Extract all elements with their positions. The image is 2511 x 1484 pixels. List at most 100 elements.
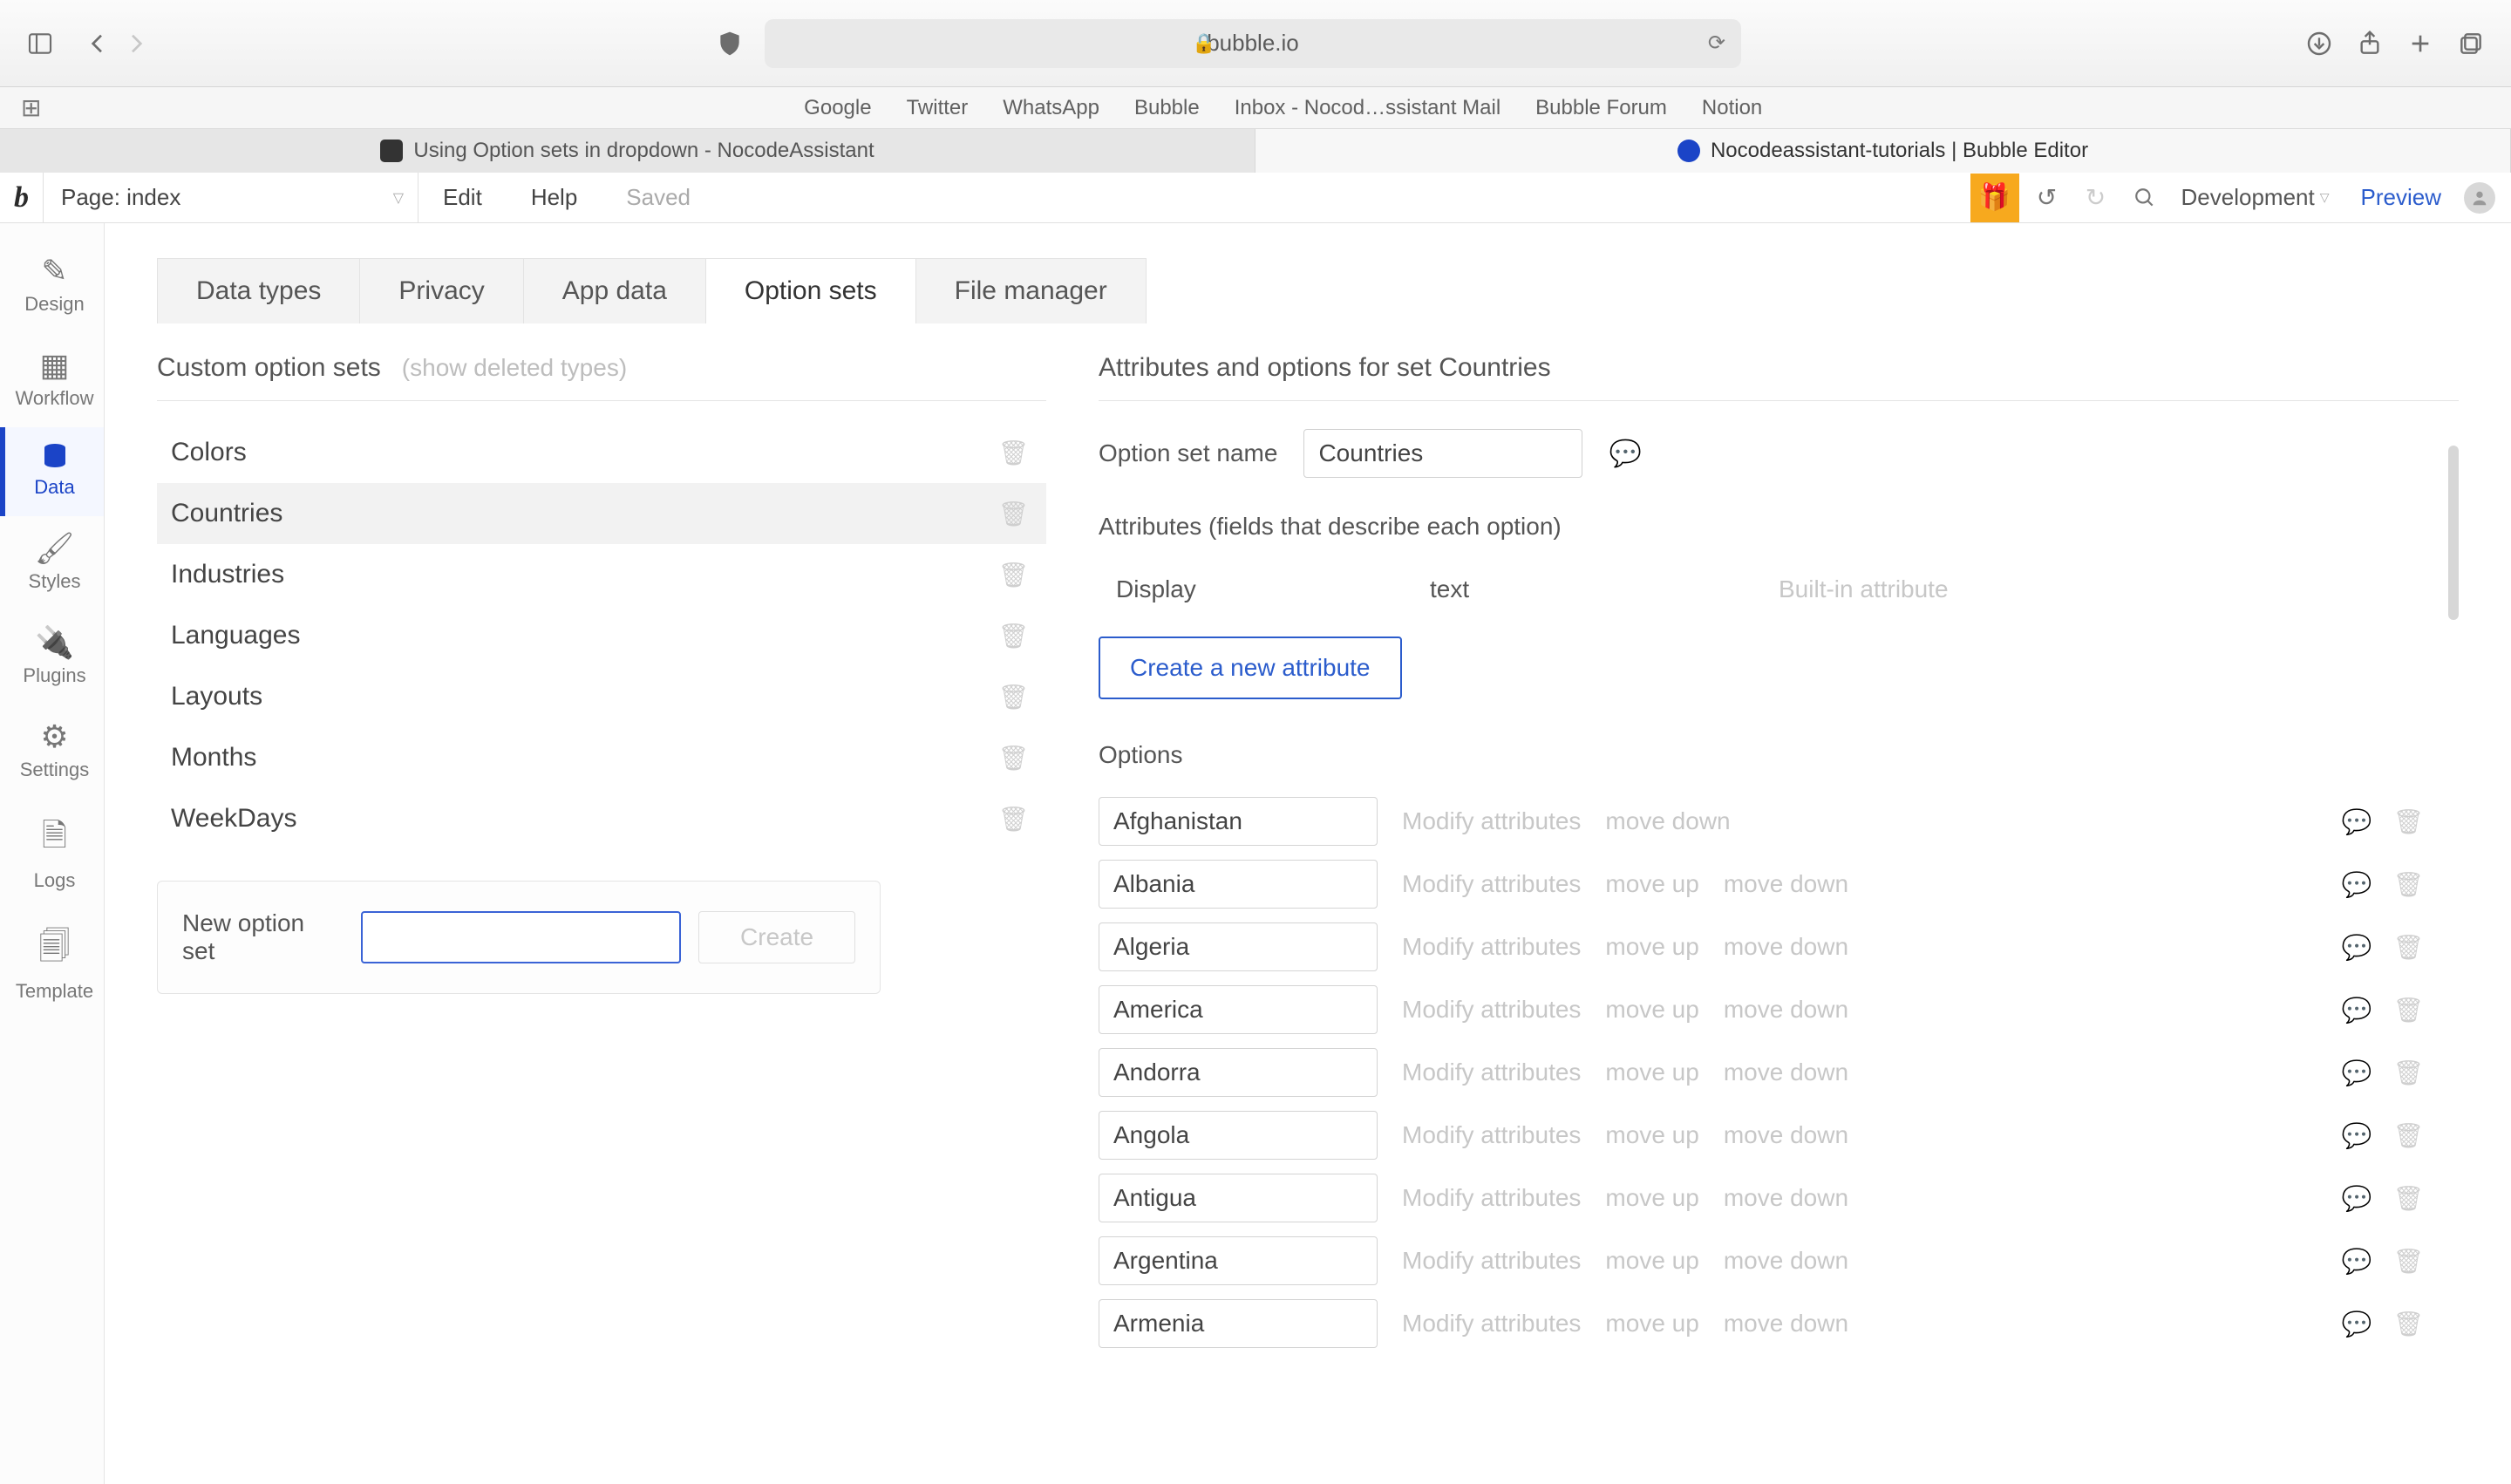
tab-data-types[interactable]: Data types bbox=[157, 258, 360, 323]
comment-icon[interactable]: 💬 bbox=[2342, 1310, 2372, 1338]
trash-icon[interactable]: 🗑 bbox=[2392, 933, 2424, 962]
trash-icon[interactable]: 🗑 bbox=[997, 683, 1029, 711]
browser-tab-background[interactable]: Using Option sets in dropdown - NocodeAs… bbox=[0, 129, 1256, 173]
modify-attributes-link[interactable]: Modify attributes bbox=[1402, 1247, 1581, 1275]
create-button[interactable]: Create bbox=[698, 911, 855, 963]
bubble-logo-icon[interactable]: b bbox=[0, 173, 44, 223]
trash-icon[interactable]: 🗑 bbox=[2392, 1059, 2424, 1087]
user-avatar[interactable] bbox=[2464, 182, 2495, 214]
new-option-set-input[interactable] bbox=[361, 911, 681, 963]
move-down-link[interactable]: move down bbox=[1724, 933, 1848, 961]
comment-icon[interactable]: 💬 bbox=[2342, 1059, 2372, 1087]
move-up-link[interactable]: move up bbox=[1605, 933, 1698, 961]
sidebar-item-styles[interactable]: 🖌Styles bbox=[0, 516, 104, 610]
back-icon[interactable] bbox=[82, 28, 113, 59]
modify-attributes-link[interactable]: Modify attributes bbox=[1402, 1310, 1581, 1338]
option-set-row[interactable]: Colors🗑 bbox=[157, 422, 1046, 483]
page-selector[interactable]: Page: index ▽ bbox=[44, 173, 418, 223]
trash-icon[interactable]: 🗑 bbox=[2392, 1310, 2424, 1338]
comment-icon[interactable]: 💬 bbox=[2342, 933, 2372, 962]
trash-icon[interactable]: 🗑 bbox=[997, 439, 1029, 467]
browser-tab-foreground[interactable]: Nocodeassistant-tutorials | Bubble Edito… bbox=[1256, 129, 2511, 173]
sidebar-item-logs[interactable]: 🗎Logs bbox=[0, 799, 104, 909]
option-name-input[interactable] bbox=[1099, 1299, 1378, 1348]
option-name-input[interactable] bbox=[1099, 1048, 1378, 1097]
sidebar-item-settings[interactable]: ⚙Settings bbox=[0, 705, 104, 799]
move-down-link[interactable]: move down bbox=[1724, 1310, 1848, 1338]
option-name-input[interactable] bbox=[1099, 797, 1378, 846]
undo-icon[interactable]: ↺ bbox=[2026, 177, 2068, 219]
tab-app-data[interactable]: App data bbox=[524, 258, 706, 323]
option-set-row[interactable]: WeekDays🗑 bbox=[157, 788, 1046, 849]
shield-icon[interactable] bbox=[714, 28, 745, 59]
bookmark-link[interactable]: Bubble bbox=[1134, 96, 1200, 120]
option-set-row[interactable]: Industries🗑 bbox=[157, 544, 1046, 605]
move-down-link[interactable]: move down bbox=[1724, 1121, 1848, 1149]
tabs-icon[interactable] bbox=[2455, 28, 2487, 59]
move-down-link[interactable]: move down bbox=[1724, 1059, 1848, 1086]
modify-attributes-link[interactable]: Modify attributes bbox=[1402, 1184, 1581, 1212]
sidebar-item-plugins[interactable]: 🔌Plugins bbox=[0, 610, 104, 705]
trash-icon[interactable]: 🗑 bbox=[2392, 1121, 2424, 1150]
option-name-input[interactable] bbox=[1099, 985, 1378, 1034]
option-set-row[interactable]: Layouts🗑 bbox=[157, 666, 1046, 727]
bookmark-link[interactable]: Bubble Forum bbox=[1535, 96, 1667, 120]
sidebar-item-workflow[interactable]: ▦Workflow bbox=[0, 333, 104, 427]
menu-help[interactable]: Help bbox=[507, 184, 602, 211]
sidebar-item-design[interactable]: ✎Design bbox=[0, 239, 104, 333]
preview-link[interactable]: Preview bbox=[2345, 184, 2457, 211]
move-up-link[interactable]: move up bbox=[1605, 1184, 1698, 1212]
tab-option-sets[interactable]: Option sets bbox=[706, 258, 916, 323]
trash-icon[interactable]: 🗑 bbox=[997, 500, 1029, 528]
bookmark-link[interactable]: Twitter bbox=[907, 96, 969, 120]
trash-icon[interactable]: 🗑 bbox=[2392, 1247, 2424, 1276]
trash-icon[interactable]: 🗑 bbox=[997, 744, 1029, 773]
option-name-input[interactable] bbox=[1099, 922, 1378, 971]
bookmark-link[interactable]: WhatsApp bbox=[1003, 96, 1099, 120]
comment-icon[interactable]: 💬 bbox=[2342, 1184, 2372, 1213]
bookmark-link[interactable]: Google bbox=[804, 96, 871, 120]
move-up-link[interactable]: move up bbox=[1605, 996, 1698, 1024]
tab-privacy[interactable]: Privacy bbox=[360, 258, 523, 323]
apps-grid-icon[interactable]: ⊞ bbox=[21, 93, 41, 122]
move-up-link[interactable]: move up bbox=[1605, 1310, 1698, 1338]
trash-icon[interactable]: 🗑 bbox=[997, 805, 1029, 834]
gift-icon[interactable]: 🎁 bbox=[1970, 174, 2019, 222]
trash-icon[interactable]: 🗑 bbox=[2392, 996, 2424, 1025]
option-set-row[interactable]: Languages🗑 bbox=[157, 605, 1046, 666]
sidebar-toggle-icon[interactable] bbox=[24, 28, 56, 59]
trash-icon[interactable]: 🗑 bbox=[2392, 1184, 2424, 1213]
comment-icon[interactable]: 💬 bbox=[2342, 870, 2372, 899]
move-up-link[interactable]: move up bbox=[1605, 1247, 1698, 1275]
option-name-input[interactable] bbox=[1099, 1236, 1378, 1285]
share-icon[interactable] bbox=[2354, 28, 2385, 59]
move-up-link[interactable]: move up bbox=[1605, 1121, 1698, 1149]
modify-attributes-link[interactable]: Modify attributes bbox=[1402, 870, 1581, 898]
comment-icon[interactable]: 💬 bbox=[2342, 996, 2372, 1025]
show-deleted-link[interactable]: (show deleted types) bbox=[402, 354, 627, 382]
comment-icon[interactable]: 💬 bbox=[2342, 1247, 2372, 1276]
comment-icon[interactable]: 💬 bbox=[1609, 439, 1641, 469]
option-set-row[interactable]: Countries🗑 bbox=[157, 483, 1046, 544]
move-down-link[interactable]: move down bbox=[1724, 1247, 1848, 1275]
tab-file-manager[interactable]: File manager bbox=[916, 258, 1147, 323]
option-set-row[interactable]: Months🗑 bbox=[157, 727, 1046, 788]
move-down-link[interactable]: move down bbox=[1724, 870, 1848, 898]
trash-icon[interactable]: 🗑 bbox=[997, 622, 1029, 650]
modify-attributes-link[interactable]: Modify attributes bbox=[1402, 1059, 1581, 1086]
comment-icon[interactable]: 💬 bbox=[2342, 807, 2372, 836]
search-icon[interactable] bbox=[2124, 177, 2166, 219]
move-down-link[interactable]: move down bbox=[1724, 1184, 1848, 1212]
bookmark-link[interactable]: Inbox - Nocod…ssistant Mail bbox=[1235, 96, 1500, 120]
comment-icon[interactable]: 💬 bbox=[2342, 1121, 2372, 1150]
reload-icon[interactable]: ⟳ bbox=[1708, 31, 1725, 56]
move-down-link[interactable]: move down bbox=[1724, 996, 1848, 1024]
trash-icon[interactable]: 🗑 bbox=[997, 561, 1029, 589]
menu-edit[interactable]: Edit bbox=[418, 184, 507, 211]
modify-attributes-link[interactable]: Modify attributes bbox=[1402, 933, 1581, 961]
trash-icon[interactable]: 🗑 bbox=[2392, 870, 2424, 899]
download-icon[interactable] bbox=[2303, 28, 2335, 59]
move-up-link[interactable]: move up bbox=[1605, 1059, 1698, 1086]
option-name-input[interactable] bbox=[1099, 1174, 1378, 1222]
modify-attributes-link[interactable]: Modify attributes bbox=[1402, 1121, 1581, 1149]
